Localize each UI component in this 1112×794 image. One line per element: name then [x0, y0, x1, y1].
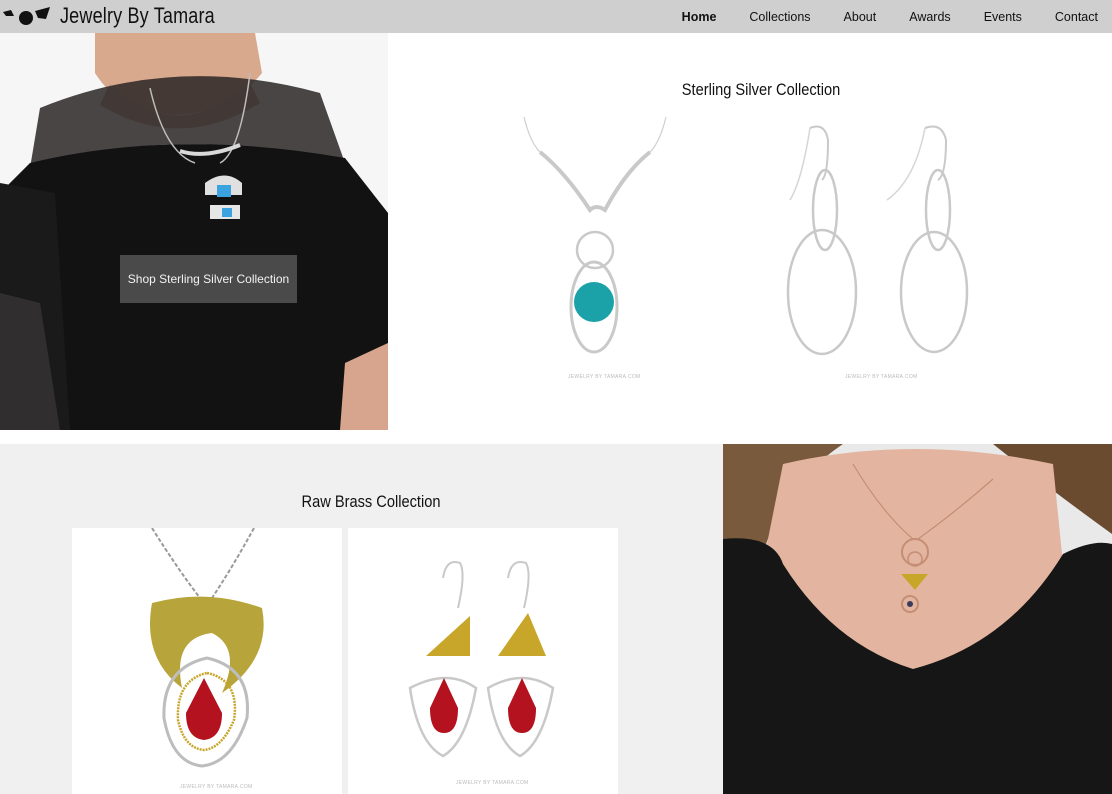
brass-necklace-image[interactable]: JEWELRY BY TAMARA.COM: [72, 528, 342, 794]
shop-sterling-button[interactable]: Shop Sterling Silver Collection: [120, 255, 297, 303]
top-nav-bar: Jewelry By Tamara Home Collections About…: [0, 0, 1112, 33]
nav-home[interactable]: Home: [682, 10, 717, 24]
brass-earrings-image[interactable]: JEWELRY BY TAMARA.COM: [348, 528, 618, 794]
brass-collection-title[interactable]: Raw Brass Collection: [233, 492, 510, 512]
main-nav: Home Collections About Awards Events Con…: [682, 0, 1098, 33]
brand-logo-icon[interactable]: [2, 3, 52, 27]
watermark-text: JEWELRY BY TAMARA.COM: [845, 374, 918, 380]
watermark-text: JEWELRY BY TAMARA.COM: [456, 780, 529, 786]
sterling-collection-title[interactable]: Sterling Silver Collection: [588, 80, 934, 100]
brass-model-photo: [723, 444, 1112, 794]
sterling-model-photo: Shop Sterling Silver Collection: [0, 33, 388, 430]
brand-name[interactable]: Jewelry By Tamara: [60, 4, 215, 28]
nav-awards[interactable]: Awards: [909, 10, 950, 24]
watermark-text: JEWELRY BY TAMARA.COM: [568, 374, 641, 380]
sterling-necklace-image[interactable]: JEWELRY BY TAMARA.COM: [510, 112, 680, 387]
nav-events[interactable]: Events: [984, 10, 1022, 24]
nav-collections[interactable]: Collections: [749, 10, 810, 24]
nav-about[interactable]: About: [844, 10, 877, 24]
sterling-earrings-image[interactable]: JEWELRY BY TAMARA.COM: [770, 120, 985, 390]
nav-contact[interactable]: Contact: [1055, 10, 1098, 24]
model-wearing-brass-pendant-image: [723, 444, 1112, 794]
model-in-black-dress-image: [0, 33, 388, 430]
watermark-text: JEWELRY BY TAMARA.COM: [180, 784, 253, 790]
